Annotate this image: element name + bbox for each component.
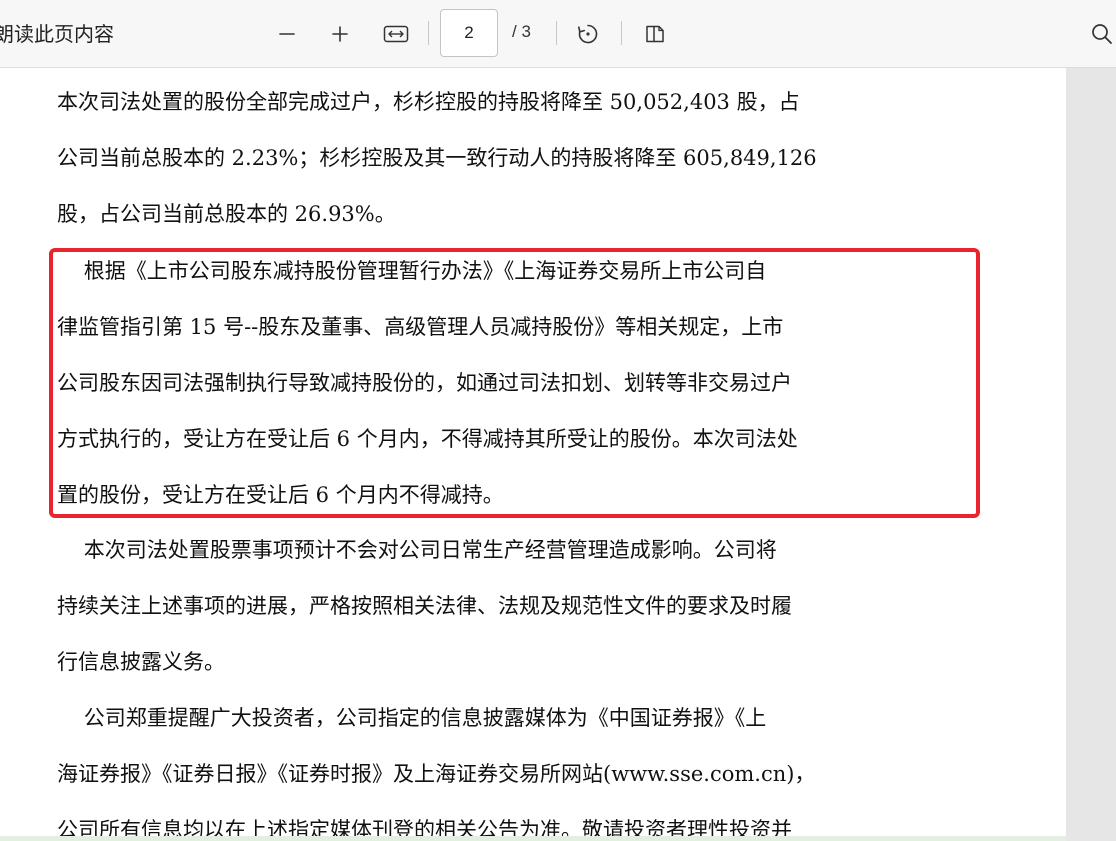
rotate-icon [577,24,598,44]
document-text-line: 律监管指引第 15 号--股东及董事、高级管理人员减持股份》等相关规定，上市 [57,315,784,339]
document-text-line: 根据《上市公司股东减持股份管理暂行办法》《上海证券交易所上市公司自 [57,259,767,283]
document-text-line: 持续关注上述事项的进展，严格按照相关法律、法规及规范性文件的要求及时履 [57,594,792,618]
zoom-out-button[interactable] [271,18,303,50]
document-text-line: 海证券报》《证券日报》《证券时报》及上海证券交易所网站(www.sse.com.… [57,762,816,786]
two-page-view-icon [646,25,664,43]
toolbar-separator [556,21,557,45]
document-text-line: 本次司法处置股票事项预计不会对公司日常生产经营管理造成影响。公司将 [57,538,777,562]
read-aloud-button[interactable]: 朗读此页内容 [0,20,114,48]
document-text-line: 本次司法处置的股份全部完成过户，杉杉控股的持股将降至 50,052,403 股，… [57,90,800,114]
fit-width-button[interactable] [380,18,412,50]
page-number-input[interactable] [440,9,498,57]
document-text-line: 置的股份，受让方在受让后 6 个月内不得减持。 [57,483,504,507]
document-text-line: 行信息披露义务。 [57,650,225,674]
search-icon [1092,24,1112,44]
rotate-button[interactable] [572,18,604,50]
fit-width-icon [383,25,409,43]
two-page-view-button[interactable] [639,18,671,50]
toolbar-separator [428,21,429,45]
page-total-label: / 3 [512,22,531,41]
plus-icon [332,26,348,42]
viewer-toolbar: 朗读此页内容 / 3 [0,0,1116,68]
minus-icon [279,33,295,35]
document-text-line: 公司当前总股本的 2.23%；杉杉控股及其一致行动人的持股将降至 605,849… [57,146,817,170]
zoom-in-button[interactable] [324,18,356,50]
document-text-line: 股，占公司当前总股本的 26.93%。 [57,202,396,226]
document-text-line: 公司股东因司法强制执行导致减持股份的，如通过司法扣划、划转等非交易过户 [57,371,792,395]
pdf-viewer-window: 朗读此页内容 / 3 [0,0,1116,841]
document-text-line: 方式执行的，受让方在受让后 6 个月内，不得减持其所受让的股份。本次司法处 [57,427,798,451]
toolbar-separator [621,21,622,45]
search-button[interactable] [1086,18,1116,50]
scrollbar-track[interactable] [1066,68,1116,841]
document-text-line: 公司郑重提醒广大投资者，公司指定的信息披露媒体为《中国证券报》《上 [57,706,767,730]
bottom-status-strip [0,836,1066,841]
